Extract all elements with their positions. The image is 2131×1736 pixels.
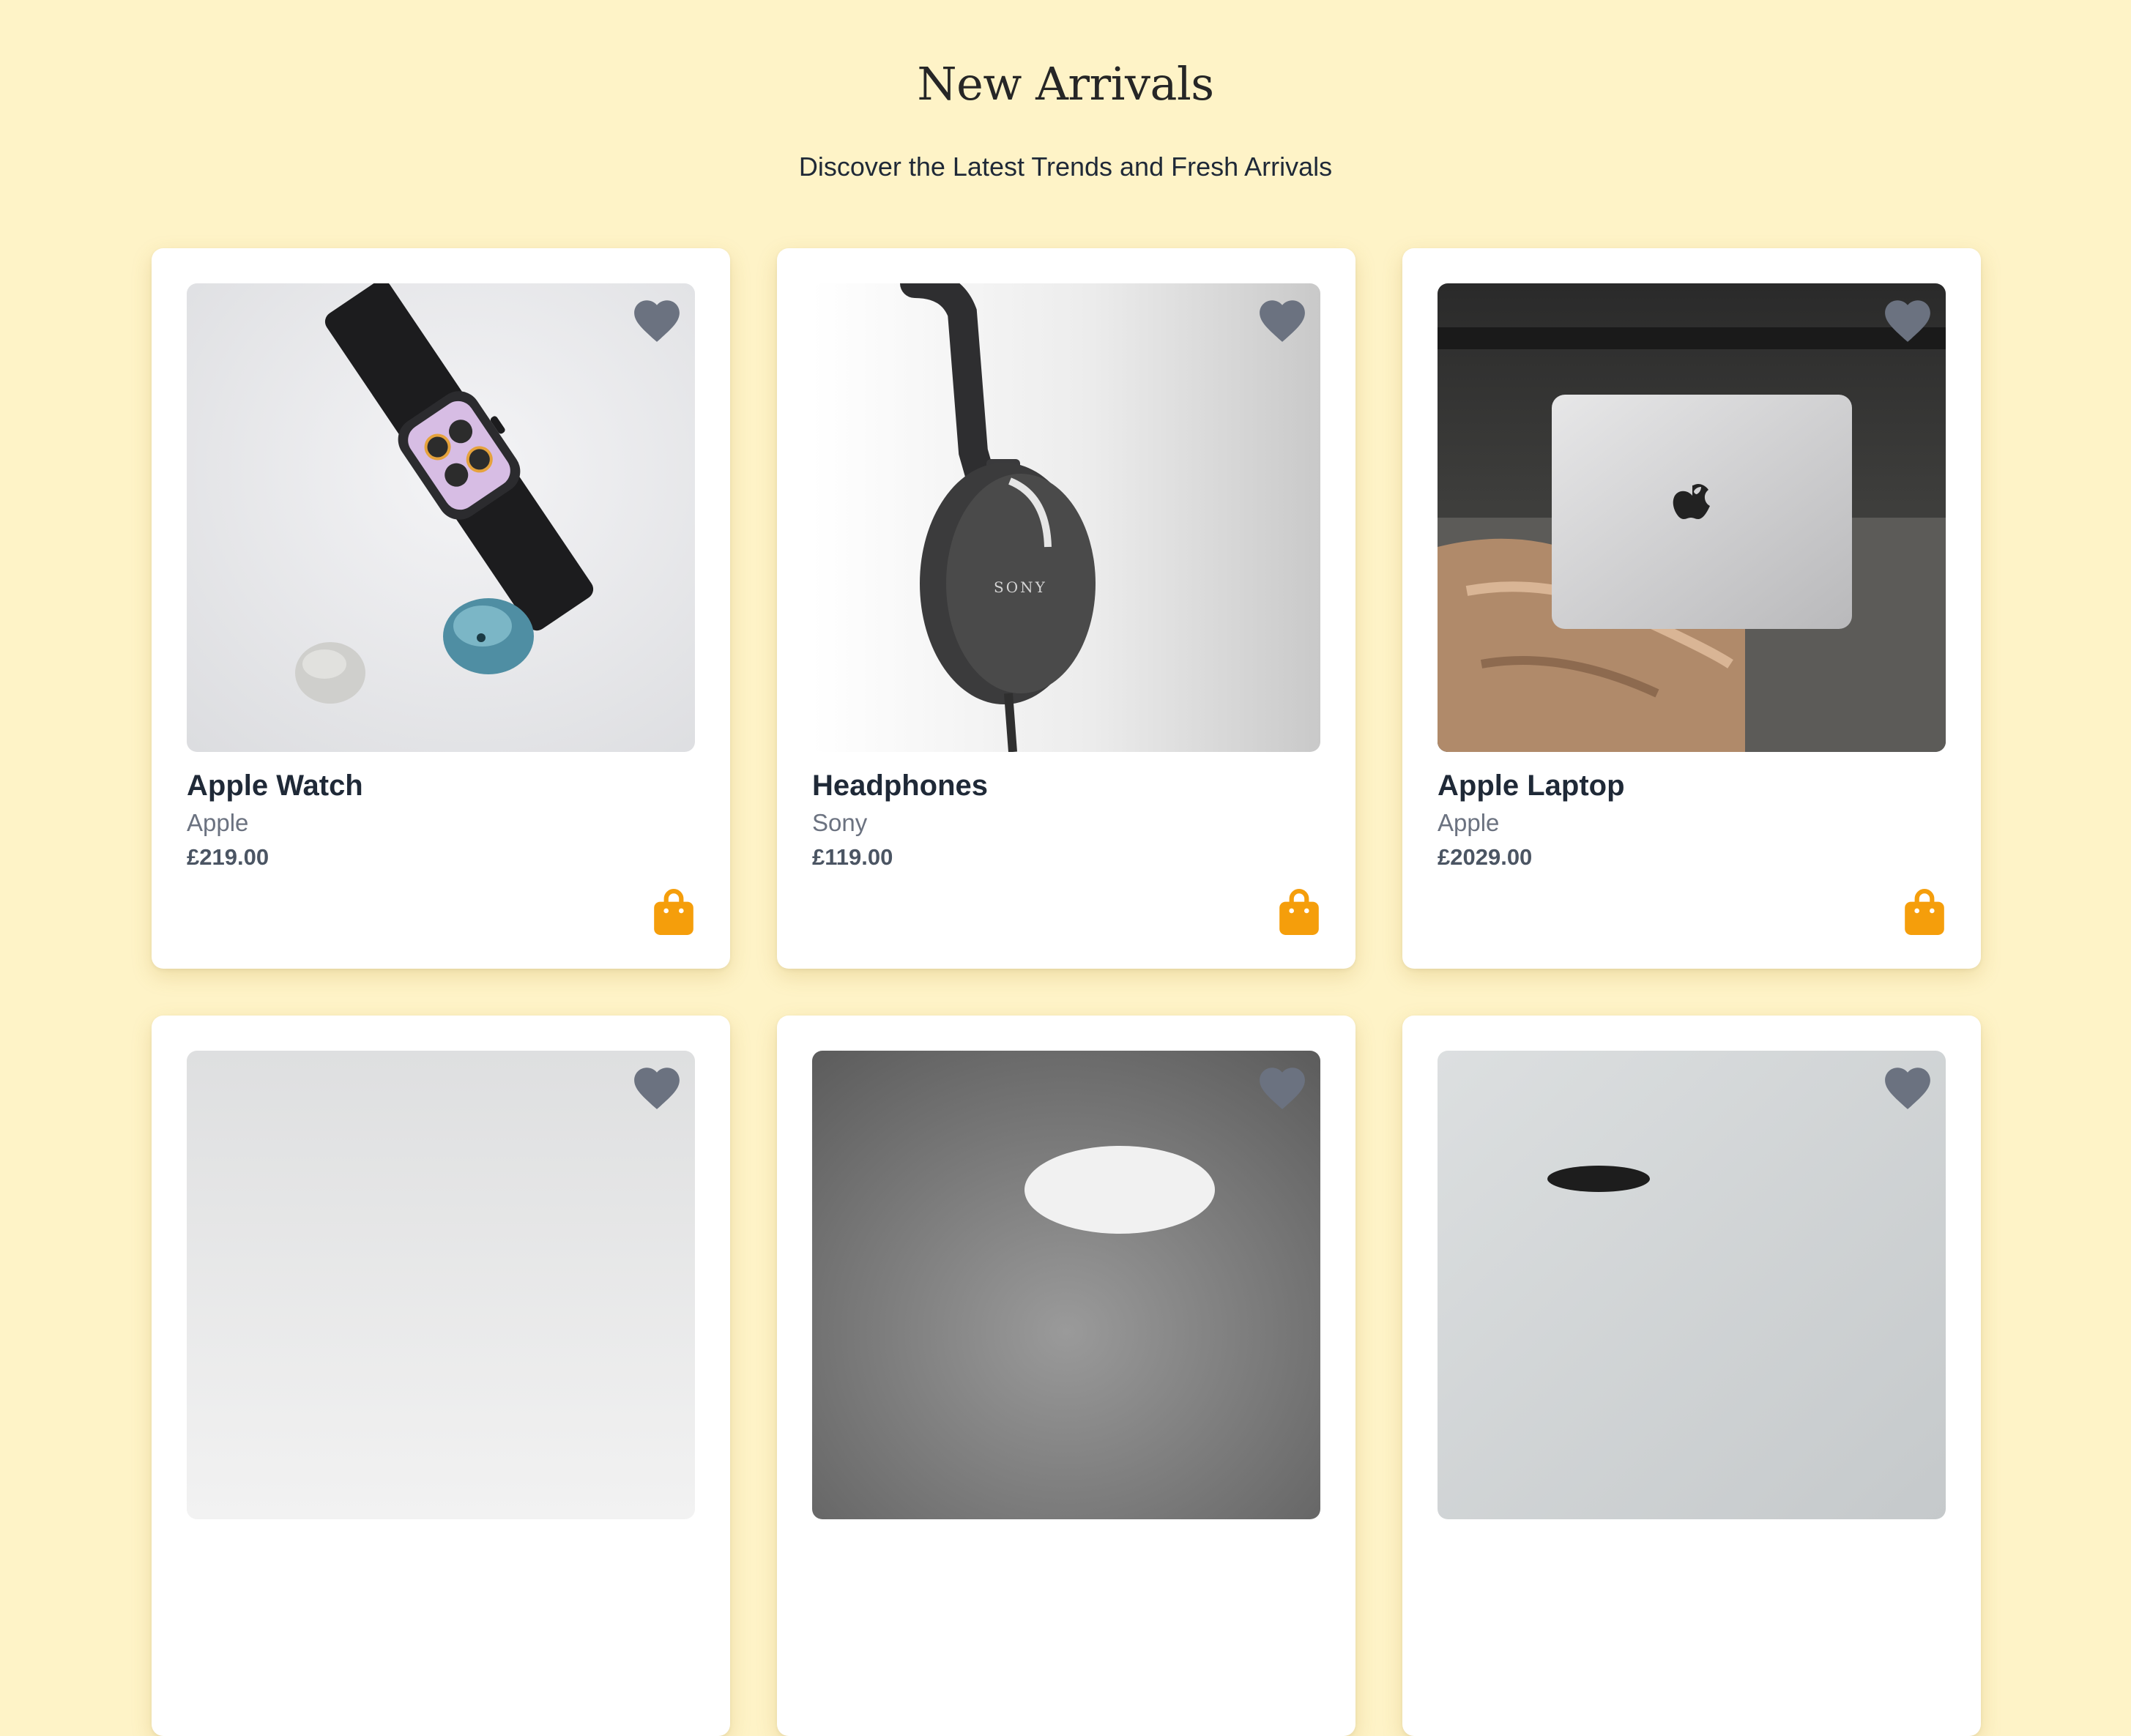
heart-icon: [634, 300, 680, 342]
favorite-button[interactable]: [1256, 295, 1309, 343]
svg-text:SONY: SONY: [994, 578, 1047, 596]
product-card[interactable]: [1402, 1016, 1981, 1736]
heart-icon: [634, 1068, 680, 1109]
product-card[interactable]: Apple Laptop Apple £2029.00: [1402, 248, 1981, 969]
shopping-bag-icon: [1279, 889, 1319, 935]
product-price: £219.00: [187, 844, 269, 870]
headphones-photo: SONY: [812, 283, 1320, 752]
product-image[interactable]: [812, 1051, 1320, 1519]
product-image[interactable]: SONY: [812, 283, 1320, 752]
shopping-bag-icon: [1905, 889, 1944, 935]
product-brand: Sony: [812, 809, 868, 836]
favorite-button[interactable]: [1881, 1062, 1934, 1111]
favorite-button[interactable]: [1881, 295, 1934, 343]
heart-icon: [1260, 300, 1305, 342]
apple-laptop-photo: [1438, 283, 1946, 752]
shopping-bag-icon: [654, 889, 693, 935]
product-photo: [1438, 1051, 1946, 1519]
product-name[interactable]: Apple Laptop: [1438, 770, 1625, 802]
apple-watch-photo: [187, 283, 695, 752]
add-to-cart-button[interactable]: [652, 888, 695, 936]
page-title: New Arrivals: [917, 57, 1214, 111]
product-brand: Apple: [1438, 809, 1500, 836]
product-brand: Apple: [187, 809, 249, 836]
favorite-button[interactable]: [631, 295, 683, 343]
product-price: £119.00: [812, 844, 893, 870]
product-card[interactable]: Apple Watch Apple £219.00: [152, 248, 730, 969]
product-photo: [812, 1051, 1320, 1519]
favorite-button[interactable]: [1256, 1062, 1309, 1111]
heart-icon: [1885, 1068, 1930, 1109]
product-name[interactable]: Apple Watch: [187, 770, 363, 802]
heart-icon: [1260, 1068, 1305, 1109]
product-photo: [187, 1051, 695, 1519]
heart-icon: [1885, 300, 1930, 342]
product-image[interactable]: [187, 283, 695, 752]
product-image[interactable]: [1438, 1051, 1946, 1519]
favorite-button[interactable]: [631, 1062, 683, 1111]
product-card[interactable]: [152, 1016, 730, 1736]
product-card[interactable]: SONY Headphones Sony £119.00: [777, 248, 1355, 969]
product-price: £2029.00: [1438, 844, 1533, 870]
product-grid: Apple Watch Apple £219.00 SONY Headphone…: [152, 248, 1981, 1736]
product-card[interactable]: [777, 1016, 1355, 1736]
add-to-cart-button[interactable]: [1903, 888, 1946, 936]
product-image[interactable]: [187, 1051, 695, 1519]
add-to-cart-button[interactable]: [1278, 888, 1320, 936]
product-name[interactable]: Headphones: [812, 770, 988, 802]
page-subtitle: Discover the Latest Trends and Fresh Arr…: [798, 152, 1333, 182]
product-image[interactable]: [1438, 283, 1946, 752]
